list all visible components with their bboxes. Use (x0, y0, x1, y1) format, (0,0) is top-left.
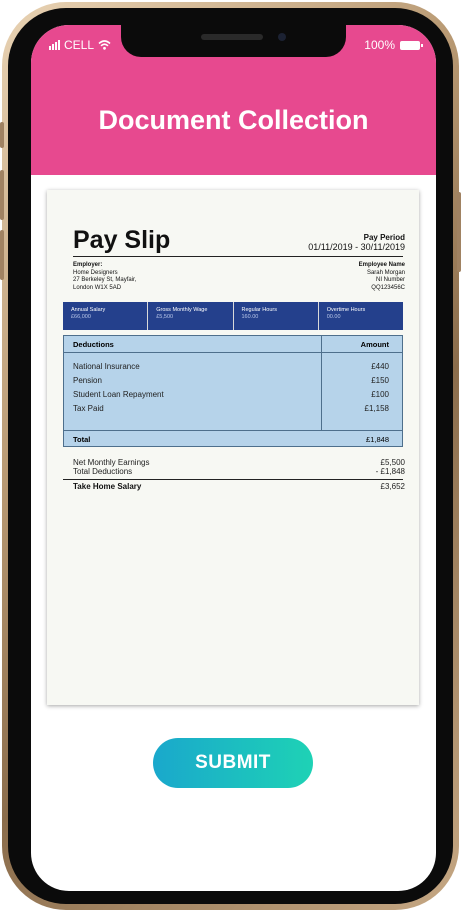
summary-value: 00.00 (326, 314, 341, 320)
deductions-header: Deductions (73, 340, 114, 349)
total-deductions-amount: - £1,848 (375, 467, 405, 476)
status-carrier: CELL (49, 38, 111, 52)
total-amount: £1,848 (366, 435, 389, 444)
employer-line: London W1X 5AD (73, 284, 122, 291)
employer-label: Employer: (73, 262, 103, 268)
carrier-label: CELL (64, 38, 95, 52)
summary-label: Gross Monthly Wage (156, 307, 208, 313)
mute-switch (0, 122, 4, 148)
take-home-salary-label: Take Home Salary (73, 482, 142, 491)
employee-name: Sarah Morgan (366, 269, 405, 276)
deduction-name: National Insurance (73, 362, 140, 371)
summary-label: Regular Hours (241, 307, 277, 313)
summary-value: £66,000 (71, 314, 91, 320)
volume-up-button (0, 170, 4, 220)
column-divider (321, 336, 322, 430)
battery-percent: 100% (364, 38, 395, 52)
deduction-amount: £1,158 (364, 404, 389, 413)
divider (73, 256, 403, 257)
speaker-grille (201, 34, 263, 40)
signal-icon (49, 40, 60, 50)
front-camera (278, 33, 286, 41)
salary-summary-strip: Annual Salary £66,000 Gross Monthly Wage… (63, 302, 403, 330)
deduction-amount: £440 (371, 362, 389, 371)
summary-value: 160.00 (241, 314, 259, 320)
summary-regular-hours: Regular Hours 160.00 (234, 302, 319, 330)
deduction-amount: £150 (371, 376, 389, 385)
employee-name-label: Employee Name (358, 262, 405, 268)
deduction-name: Student Loan Repayment (73, 390, 164, 399)
net-monthly-earnings-amount: £5,500 (380, 458, 405, 467)
ni-number-label: NI Number (375, 277, 405, 283)
deductions-header-row: Deductions Amount (64, 336, 402, 353)
phone-screen: CELL 100% Document Collection Pay Slip P… (31, 25, 436, 891)
amount-header: Amount (360, 340, 389, 349)
deduction-amount: £100 (371, 390, 389, 399)
deduction-name: Tax Paid (73, 404, 104, 413)
deductions-total-row: Total £1,848 (64, 430, 402, 447)
summary-overtime-hours: Overtime Hours 00.00 (319, 302, 403, 330)
summary-label: Annual Salary (71, 307, 106, 313)
employee-block: Employee Name Sarah Morgan NI Number QQ1… (359, 262, 405, 292)
take-home-salary-amount: £3,652 (380, 482, 405, 491)
employer-block: Employer: Home Designers 27 Berkeley St,… (73, 262, 136, 292)
submit-button[interactable]: SUBMIT (153, 738, 313, 788)
volume-down-button (0, 230, 4, 280)
total-deductions-label: Total Deductions (73, 467, 133, 476)
summary-value: £5,500 (156, 314, 174, 320)
summary-annual-salary: Annual Salary £66,000 (63, 302, 149, 330)
payslip-title: Pay Slip (73, 226, 171, 254)
ni-number: QQ123456C (371, 284, 405, 291)
pay-period-value: 01/11/2019 - 30/11/2019 (308, 242, 405, 252)
app-header: CELL 100% Document Collection (31, 25, 436, 175)
power-button (457, 192, 461, 272)
wifi-icon (98, 40, 111, 50)
deductions-table: Deductions Amount National Insurance £44… (63, 335, 403, 447)
summary-label: Overtime Hours (326, 307, 366, 313)
battery-icon (400, 40, 423, 50)
divider (63, 479, 403, 480)
page-title: Document Collection (98, 105, 369, 135)
employer-line: Home Designers (73, 269, 118, 276)
notch (121, 25, 346, 57)
net-monthly-earnings-label: Net Monthly Earnings (73, 458, 150, 467)
summary-gross-monthly-wage: Gross Monthly Wage £5,500 (148, 302, 234, 330)
payslip-document[interactable]: Pay Slip Pay Period 01/11/2019 - 30/11/2… (47, 190, 419, 705)
deduction-name: Pension (73, 376, 102, 385)
employer-line: 27 Berkeley St, Mayfair, (73, 277, 137, 283)
total-label: Total (73, 435, 91, 444)
pay-period-label: Pay Period (363, 233, 405, 242)
status-battery: 100% (364, 38, 423, 52)
